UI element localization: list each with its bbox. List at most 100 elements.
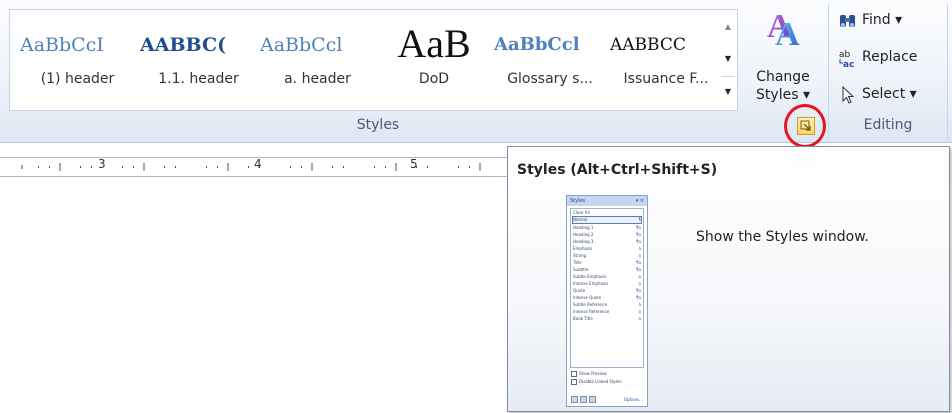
preview-close-icon: ▾ ×: [635, 198, 644, 204]
preview-item-label: Heading 1: [573, 225, 594, 230]
style-tile-1-1-header[interactable]: AABBC( 1.1. header: [140, 10, 257, 110]
styles-pane-preview: Styles ▾ × Clear All Normal ¶ Heading 1 ¶a…: [566, 195, 648, 407]
binoculars-icon: [840, 15, 855, 27]
group-divider: [947, 4, 948, 138]
gallery-scroll-down-icon[interactable]: ▼: [721, 44, 735, 74]
preview-item-label: Heading 3: [573, 239, 594, 244]
ruler-number: 4: [254, 157, 262, 171]
preview-style-list: Clear All Normal ¶ Heading 1 ¶a Heading 2 ¶…: [570, 208, 644, 368]
preview-header: Styles ▾ ×: [567, 196, 647, 206]
preview-list-item: Clear All: [573, 210, 641, 216]
style-name: Issuance F...: [623, 71, 709, 87]
preview-item-label: Intense Emphasis: [573, 281, 609, 286]
change-styles-label: Change: [756, 69, 810, 85]
preview-item-label: Title: [573, 260, 582, 265]
preview-item-label: Intense Reference: [573, 309, 610, 314]
checkbox-icon: [571, 371, 577, 377]
style-sample: AaBbCcI: [20, 34, 104, 56]
tooltip-description: Show the Styles window.: [696, 229, 869, 245]
preview-list-item: Intense Quote ¶a: [573, 295, 641, 301]
preview-title: Styles: [570, 198, 586, 204]
style-name: a. header: [284, 71, 351, 87]
preview-list-item: Intense Reference a: [573, 309, 641, 315]
preview-item-marker: a: [638, 302, 641, 307]
preview-list-item: Strong a: [573, 253, 641, 259]
style-tile-dod[interactable]: AaB DoD: [378, 10, 490, 110]
preview-checkbox-label: Show Preview: [579, 371, 607, 376]
styles-dialog-launcher-icon[interactable]: [797, 117, 815, 135]
preview-list-item: Book Title a: [573, 316, 641, 322]
preview-item-label: Quote: [573, 288, 586, 293]
preview-list-item: Emphasis a: [573, 246, 641, 252]
ruler-number: 5: [410, 157, 418, 171]
preview-options-link: Options...: [623, 397, 643, 402]
preview-list-item: Heading 2 ¶a: [573, 232, 641, 238]
find-label: Find ▾: [862, 12, 903, 28]
gallery-scrollbar: ▲ ▼ ▼: [719, 9, 738, 111]
change-styles-icon: A A: [767, 8, 800, 49]
change-styles-button[interactable]: A A Change Styles ▾: [744, 5, 822, 110]
svg-text:A: A: [775, 16, 800, 49]
gallery-more-icon[interactable]: ▼: [721, 76, 735, 107]
preview-item-marker: ¶a: [636, 239, 641, 244]
styles-group-label: Styles: [356, 117, 400, 133]
preview-list-item: Subtle Emphasis a: [573, 274, 641, 280]
style-name: DoD: [418, 71, 450, 87]
replace-icon: ab ac: [839, 50, 854, 68]
change-styles-label: Styles ▾: [756, 87, 810, 103]
preview-item-marker: ¶a: [636, 295, 641, 300]
style-name: Glossary s...: [507, 71, 593, 87]
preview-item-marker: a: [638, 274, 641, 279]
preview-item-marker: a: [638, 246, 641, 251]
editing-group-label: Editing: [863, 117, 913, 133]
preview-item-label: Clear All: [573, 210, 590, 215]
ribbon: AaBbCcI (1) header AABBC( 1.1. header Aa…: [0, 0, 952, 148]
preview-checkbox-label: Disable Linked Styles: [579, 379, 622, 384]
style-sample: AaBbCcl: [260, 34, 343, 56]
style-tile-issuance[interactable]: AABBCC Issuance F...: [610, 10, 722, 110]
preview-item-marker: a: [638, 309, 641, 314]
preview-item-label: Intense Quote: [573, 295, 602, 300]
preview-checkbox: Disable Linked Styles: [571, 379, 622, 385]
svg-text:ac: ac: [843, 60, 854, 68]
preview-checkbox: Show Preview: [571, 371, 607, 377]
preview-list-item: Title ¶a: [573, 260, 641, 266]
style-sample: AABBCC: [610, 35, 686, 55]
preview-item-marker: ¶a: [636, 232, 641, 237]
preview-item-marker: ¶a: [636, 267, 641, 272]
preview-item-marker: a: [638, 281, 641, 286]
style-name: (1) header: [40, 71, 115, 87]
style-tile-glossary[interactable]: AaBbCcl Glossary s...: [494, 10, 606, 110]
preview-item-marker: ¶a: [636, 288, 641, 293]
style-sample: AaBbCcl: [494, 34, 580, 55]
checkbox-icon: [571, 379, 577, 385]
preview-list-item: Heading 3 ¶a: [573, 239, 641, 245]
preview-list-item: Heading 1 ¶a: [573, 225, 641, 231]
style-tile-1-header[interactable]: AaBbCcI (1) header: [20, 10, 135, 110]
preview-item-marker: ¶a: [636, 225, 641, 230]
preview-item-label: Normal: [573, 217, 588, 222]
preview-item-marker: ¶: [638, 217, 641, 222]
preview-item-label: Strong: [573, 253, 587, 258]
gallery-scroll-up-icon[interactable]: ▲: [721, 12, 735, 42]
preview-item-label: Subtle Reference: [573, 302, 608, 307]
preview-list-item: Quote ¶a: [573, 288, 641, 294]
preview-manage-styles-icon: [589, 396, 596, 403]
ruler-number: 3: [98, 157, 106, 171]
preview-item-marker: a: [638, 316, 641, 321]
preview-item-marker: a: [638, 253, 641, 258]
select-label: Select ▾: [862, 86, 917, 102]
svg-text:ab: ab: [839, 50, 851, 60]
cursor-arrow-icon: [842, 85, 855, 104]
preview-item-label: Emphasis: [573, 246, 593, 251]
preview-item-label: Heading 2: [573, 232, 594, 237]
preview-list-item: Normal ¶: [572, 216, 642, 224]
styles-tooltip: Styles (Alt+Ctrl+Shift+S) Styles ▾ × Cle…: [507, 146, 950, 412]
horizontal-ruler[interactable]: 3 4 5: [0, 143, 508, 183]
preview-item-label: Subtle Emphasis: [573, 274, 607, 279]
style-tile-a-header[interactable]: AaBbCcl a. header: [260, 10, 375, 110]
preview-list-item: Subtle Reference a: [573, 302, 641, 308]
style-sample: AABBC(: [140, 34, 227, 56]
tooltip-title: Styles (Alt+Ctrl+Shift+S): [517, 162, 718, 178]
preview-new-style-icon: [571, 396, 578, 403]
